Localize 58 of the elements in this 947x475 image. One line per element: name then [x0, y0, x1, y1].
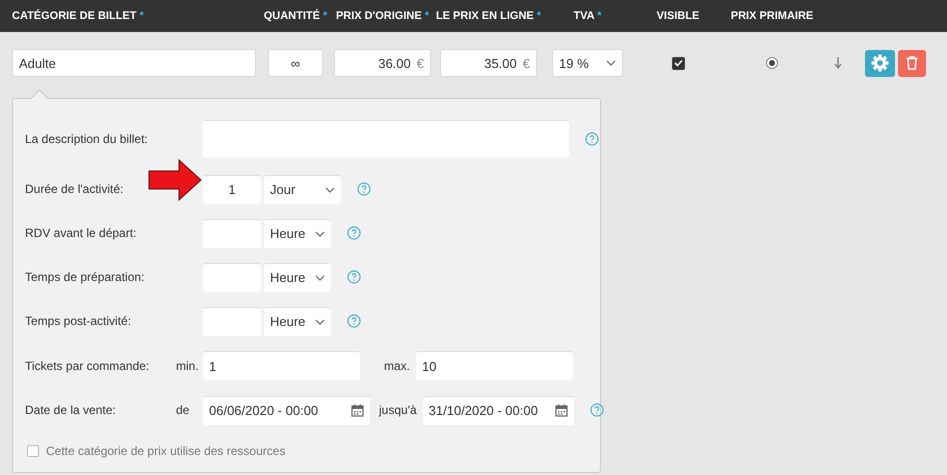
duration-field[interactable]	[203, 262, 261, 292]
field-prefix: min.	[176, 358, 200, 372]
field-label: La description du billet:	[25, 132, 149, 146]
field-label: RDV avant le départ:	[25, 226, 138, 240]
checkbox-label: Cette catégorie de prix utilise des ressources	[46, 444, 286, 458]
resources-checkbox[interactable]	[27, 445, 39, 457]
unit-select[interactable]: Jour	[264, 174, 341, 204]
date-field[interactable]: 06/06/2020 - 00:00	[203, 396, 370, 424]
column-header: PRIX PRIMAIRE	[730, 10, 814, 22]
column-header: LE PRIX EN LIGNE *	[436, 10, 542, 22]
chevron-icon	[315, 274, 325, 280]
date-field[interactable]: 31/10/2020 - 00:00	[422, 396, 574, 424]
column-header: VISIBLE	[656, 10, 700, 22]
number-field[interactable]: 10	[416, 351, 574, 380]
number-field[interactable]: 1	[203, 351, 360, 380]
unit-select[interactable]: Heure	[264, 262, 331, 292]
field-label: Date de la vente:	[25, 403, 117, 417]
name-field[interactable]: Adulte	[12, 49, 256, 77]
quantity-field[interactable]: ∞	[268, 49, 323, 77]
field-label: Tickets par commande:	[25, 358, 150, 372]
field-prefix: jusqu'à	[379, 403, 417, 417]
vat-select[interactable]: 19 %	[552, 49, 623, 77]
help-icon[interactable]	[585, 132, 599, 146]
column-header: TVA *	[573, 10, 602, 22]
visible-checkbox[interactable]	[672, 56, 684, 70]
help-icon[interactable]	[357, 182, 371, 196]
help-icon[interactable]	[590, 403, 604, 417]
help-icon[interactable]	[347, 226, 361, 240]
field-prefix: max.	[384, 358, 410, 372]
duration-field[interactable]: 1	[203, 174, 261, 204]
column-header: CATÉGORIE DE BILLET *	[12, 10, 145, 22]
calendar-icon[interactable]	[351, 404, 364, 417]
description-field[interactable]	[203, 120, 569, 158]
duration-field[interactable]	[203, 306, 261, 336]
help-icon[interactable]	[347, 314, 361, 328]
chevron-icon	[606, 60, 616, 66]
delete-button[interactable]	[898, 50, 926, 76]
price-field[interactable]: 35.00 €	[440, 49, 537, 77]
unit-select[interactable]: Heure	[264, 218, 331, 248]
trash-icon	[906, 56, 918, 70]
calendar-icon[interactable]	[554, 404, 568, 417]
chevron-icon	[315, 230, 325, 236]
field-label: Temps post-activité:	[25, 314, 132, 328]
field-label: Durée de l'activité:	[25, 182, 124, 196]
column-header: PRIX D'ORIGINE *	[336, 10, 430, 22]
down-arrow-icon[interactable]	[834, 57, 842, 69]
chevron-icon	[325, 186, 335, 192]
chevron-icon	[315, 318, 325, 324]
help-icon[interactable]	[347, 270, 361, 284]
primary-radio[interactable]	[766, 57, 778, 69]
unit-select[interactable]: Heure	[264, 306, 331, 336]
field-label: Temps de préparation:	[25, 270, 146, 284]
settings-button[interactable]	[865, 50, 895, 76]
column-header: QUANTITÉ *	[264, 10, 328, 22]
gear-icon	[871, 54, 889, 72]
field-prefix: de	[176, 403, 190, 417]
duration-field[interactable]	[203, 218, 261, 248]
price-field[interactable]: 36.00 €	[334, 49, 431, 77]
